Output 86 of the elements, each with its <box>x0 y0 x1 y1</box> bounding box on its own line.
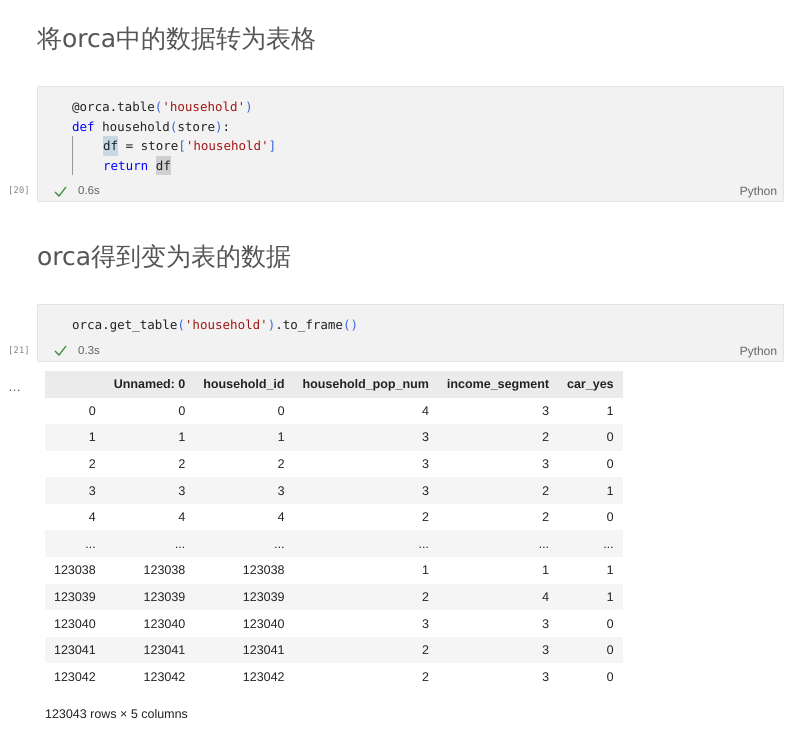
table-cell: ... <box>418 536 429 551</box>
table-cell: 3 <box>278 484 285 498</box>
table-cell: ... <box>174 536 186 551</box>
table-cell: 123039 <box>144 590 186 604</box>
table-cell: 0 <box>606 430 614 444</box>
table-cell: 1 <box>606 404 614 418</box>
language-label[interactable]: Python <box>740 344 777 358</box>
table-cell: 123041 <box>144 643 186 658</box>
table-cell: 3 <box>422 484 429 498</box>
column-header: income_segment <box>446 377 550 391</box>
column-header: household_pop_num <box>302 377 429 391</box>
table-cell: ... <box>538 536 550 551</box>
language-label[interactable]: Python <box>740 184 777 198</box>
table-cell: 123040 <box>242 616 285 631</box>
table-cell: 3 <box>422 616 429 631</box>
column-header: Unnamed: 0 <box>114 377 186 391</box>
row-index: 1 <box>88 430 96 444</box>
code-line: @orca.table('household') <box>72 98 253 116</box>
table-cell: 123038 <box>144 563 186 578</box>
execution-count: [21] <box>8 346 30 358</box>
table-cell: 4 <box>542 590 550 604</box>
execution-count: [20] <box>8 186 30 198</box>
table-cell: 123038 <box>242 563 285 578</box>
section-heading: orca得到变为表的数据 <box>37 241 292 273</box>
table-cell: 3 <box>422 456 429 471</box>
row-index: 123041 <box>54 643 96 658</box>
table-cell: ... <box>603 536 614 551</box>
table-cell: 1 <box>178 430 186 444</box>
table-cell: 4 <box>278 510 285 524</box>
table-cell: 3 <box>542 404 550 418</box>
row-index: 123039 <box>54 590 96 604</box>
table-cell: 4 <box>422 404 429 418</box>
table-cell: 1 <box>542 563 550 578</box>
column-header: household_id <box>203 377 285 391</box>
table-cell: 0 <box>278 404 285 418</box>
row-index: 0 <box>88 404 96 418</box>
table-summary: 123043 rows × 5 columns <box>45 707 188 722</box>
table-cell: 123040 <box>144 616 186 631</box>
table-cell: 2 <box>542 484 550 498</box>
row-index: 3 <box>88 484 96 498</box>
table-cell: 4 <box>178 510 186 524</box>
table-cell: 1 <box>606 590 614 604</box>
table-cell: 0 <box>606 643 614 658</box>
table-cell: 2 <box>542 510 550 524</box>
table-cell: 2 <box>422 510 429 524</box>
table-cell: 3 <box>542 643 550 658</box>
row-index: 123040 <box>54 616 96 631</box>
row-index: 123038 <box>54 563 96 578</box>
table-cell: 2 <box>542 430 550 444</box>
section-heading: 将orca中的数据转为表格 <box>37 23 316 55</box>
execution-time: 0.3s <box>78 344 100 356</box>
table-cell: 2 <box>422 643 429 658</box>
row-index: ... <box>85 536 96 551</box>
row-index: 2 <box>88 456 96 471</box>
more-actions-icon[interactable]: … <box>8 382 21 392</box>
table-cell: 1 <box>278 430 285 444</box>
table-cell: 3 <box>422 430 429 444</box>
code-line: orca.get_table('household').to_frame() <box>72 316 358 334</box>
table-cell: 2 <box>422 590 429 604</box>
table-cell: 1 <box>422 563 429 578</box>
code-line: df = store['household'] <box>72 136 276 156</box>
code-line: def household(store): <box>72 118 230 136</box>
table-cell: 0 <box>606 670 614 684</box>
table-cell: 123042 <box>144 670 186 684</box>
table-cell: ... <box>274 536 285 551</box>
table-cell: 0 <box>606 616 614 631</box>
table-cell: 1 <box>606 563 614 578</box>
table-cell: 3 <box>542 616 550 631</box>
table-cell: 2 <box>178 456 186 471</box>
column-header: car_yes <box>567 377 614 391</box>
row-index: 123042 <box>54 670 96 684</box>
table-cell: 0 <box>606 456 614 471</box>
table-cell: 3 <box>542 456 550 471</box>
execution-time: 0.6s <box>78 185 100 197</box>
table-cell: 3 <box>178 484 186 498</box>
table-cell: 3 <box>542 670 550 684</box>
table-cell: 2 <box>278 456 285 471</box>
code-line: return df <box>72 156 171 175</box>
table-cell: 123042 <box>242 670 285 684</box>
table-cell: 123041 <box>242 643 285 658</box>
table-cell: 1 <box>606 484 614 498</box>
row-index: 4 <box>88 510 96 524</box>
table-cell: 0 <box>606 510 614 524</box>
table-cell: 123039 <box>242 590 285 604</box>
table-cell: 0 <box>178 404 186 418</box>
table-cell: 2 <box>422 670 429 684</box>
